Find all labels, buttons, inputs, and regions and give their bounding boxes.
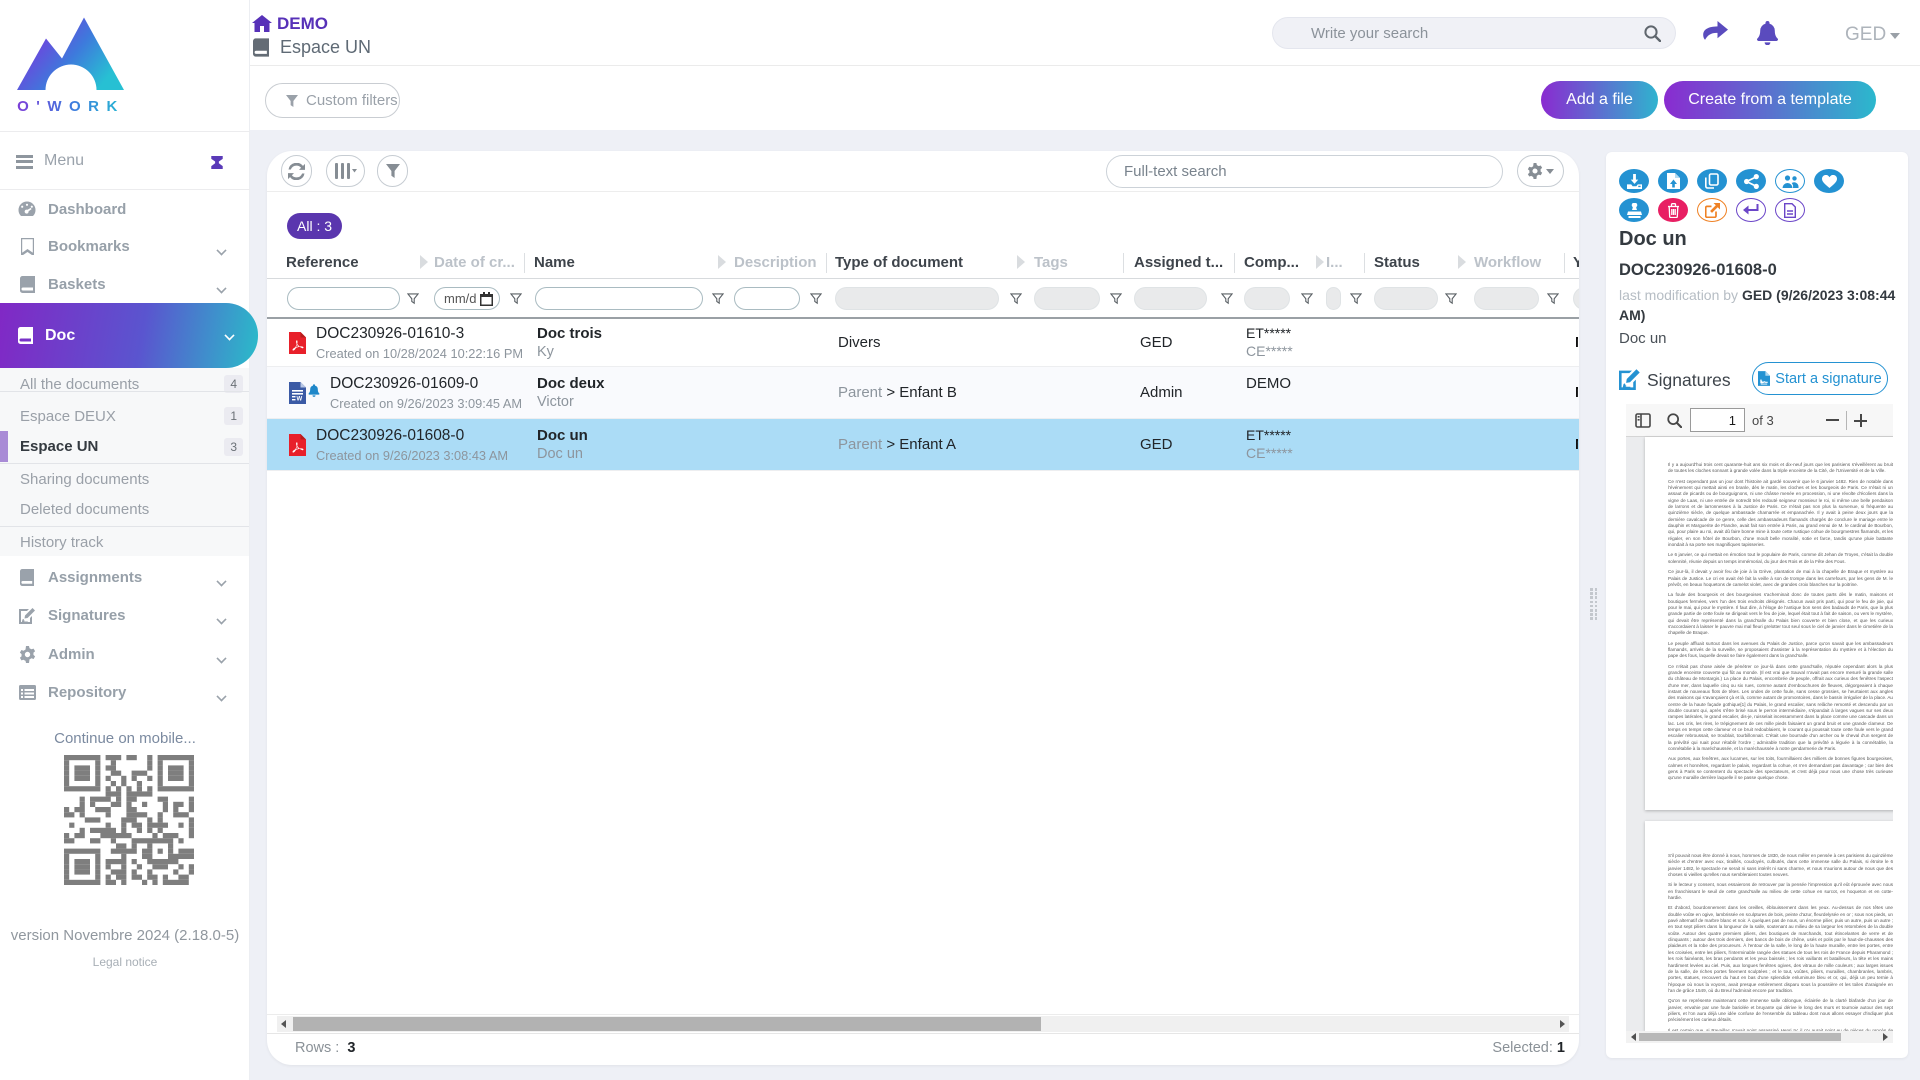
svg-text:O'WORK: O'WORK xyxy=(17,98,125,115)
svg-text:W: W xyxy=(297,396,303,402)
